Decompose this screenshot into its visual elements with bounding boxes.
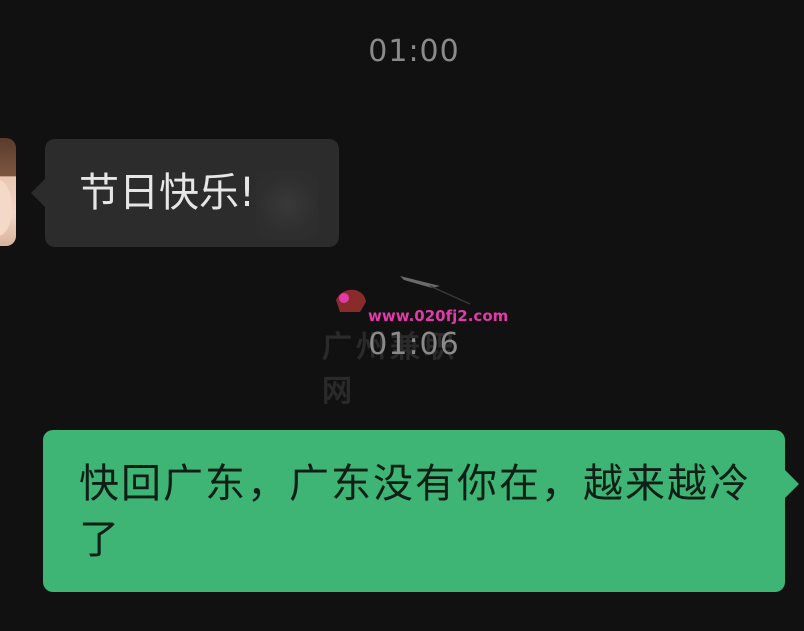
timestamp: 01:06 <box>368 327 460 362</box>
incoming-message-text: 节日快乐! <box>79 170 256 216</box>
outgoing-message-bubble[interactable]: 快回广东，广东没有你在，越来越冷了 <box>43 430 799 592</box>
blurred-emoji-icon <box>256 170 318 240</box>
contact-avatar[interactable] <box>0 138 16 246</box>
outgoing-message-text: 快回广东，广东没有你在，越来越冷了 <box>79 461 751 563</box>
avatar-face <box>0 180 12 236</box>
timestamp: 01:00 <box>368 34 460 69</box>
